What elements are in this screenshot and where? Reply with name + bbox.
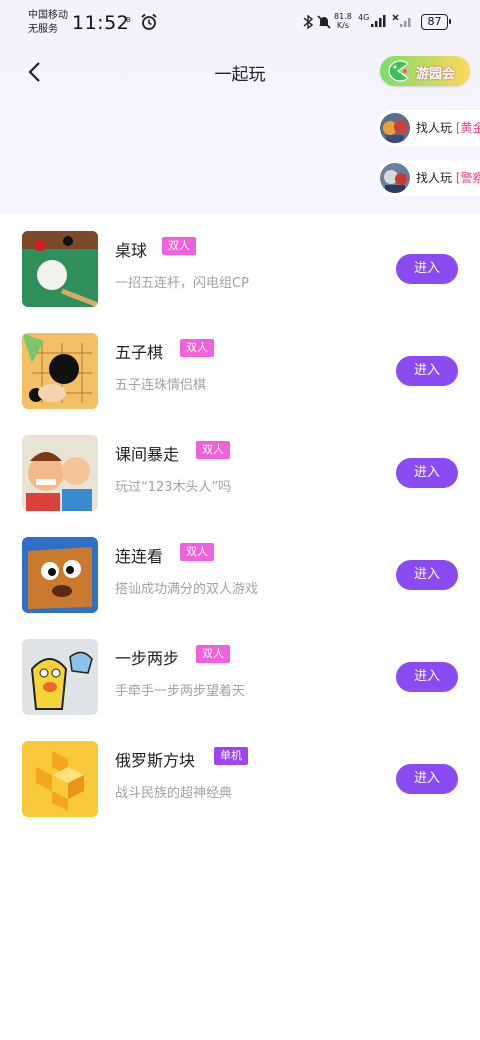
mode-tag: 双人 [162, 237, 196, 255]
avatar [380, 163, 410, 193]
game-thumbnail [22, 435, 98, 511]
game-thumbnail [22, 231, 98, 307]
game-description: 一招五连杆，闪电组CP [115, 276, 249, 291]
game-description: 玩过“123木头人”吗 [115, 480, 232, 495]
no-signal-icon [392, 14, 411, 27]
game-thumbnail [22, 741, 98, 817]
match-request-text: 找人玩 [警察 [416, 169, 480, 186]
match-prefix: 找人玩 [416, 171, 456, 185]
mode-tag: 双人 [180, 543, 214, 561]
alarm-clock-icon [141, 13, 157, 30]
game-title: 桌球 [115, 241, 148, 260]
bluetooth-icon [303, 14, 314, 30]
game-title: 连连看 [115, 547, 164, 566]
status-bar: 中国移动 无服务 11:52 B 81.8 K/s 4G 87 [0, 0, 480, 46]
network-speed: 81.8 K/s [334, 12, 352, 30]
match-request-item[interactable]: 找人玩 [黄金 [376, 110, 480, 146]
match-game-name: [黄金 [455, 121, 480, 135]
pacman-logo-icon [388, 60, 409, 82]
game-item-billiards[interactable]: 桌球 双人 一招五连杆，闪电组CP 进入 [0, 231, 480, 331]
enter-button[interactable]: 进入 [396, 458, 458, 488]
game-title: 俄罗斯方块 [115, 751, 196, 770]
game-description: 搭讪成功满分的双人游戏 [115, 582, 259, 597]
game-thumbnail [22, 333, 98, 409]
game-item-gomoku[interactable]: 五子棋 双人 五子连珠情侣棋 进入 [0, 333, 480, 433]
game-item-step-by-step[interactable]: 一步两步 双人 手牵手一步两步望着天 进入 [0, 639, 480, 739]
match-request-item[interactable]: 找人玩 [警察 [376, 160, 480, 196]
notification-muted-icon [317, 15, 331, 29]
enter-button[interactable]: 进入 [396, 560, 458, 590]
network-speed-value: 81.8 [334, 12, 352, 21]
battery-indicator: 87 [421, 14, 451, 30]
avatar [380, 113, 410, 143]
mode-tag: 双人 [196, 645, 230, 663]
match-request-text: 找人玩 [黄金 [416, 119, 480, 136]
game-title: 一步两步 [115, 649, 180, 668]
game-description: 手牵手一步两步望着天 [115, 684, 246, 699]
game-thumbnail [22, 537, 98, 613]
enter-button[interactable]: 进入 [396, 764, 458, 794]
mode-tag: 双人 [180, 339, 214, 357]
match-game-name: [警察 [455, 171, 480, 185]
enter-button[interactable]: 进入 [396, 254, 458, 284]
game-thumbnail [22, 639, 98, 715]
carrier-name: 中国移动 [28, 10, 68, 21]
game-description: 战斗民族的超神经典 [115, 786, 233, 801]
game-title: 五子棋 [115, 343, 164, 362]
mode-tag: 双人 [196, 441, 230, 459]
game-title: 课间暴走 [115, 445, 180, 464]
enter-button[interactable]: 进入 [396, 662, 458, 692]
header-area: 中国移动 无服务 11:52 B 81.8 K/s 4G 87 一起玩 游园会 … [0, 0, 480, 214]
carrier-service: 无服务 [28, 24, 58, 35]
status-time: 11:52 [72, 12, 130, 34]
enter-button[interactable]: 进入 [396, 356, 458, 386]
game-item-tetris[interactable]: 俄罗斯方块 单机 战斗民族的超神经典 进入 [0, 741, 480, 841]
game-item-link-match[interactable]: 连连看 双人 搭讪成功满分的双人游戏 进入 [0, 537, 480, 637]
park-event-button[interactable]: 游园会 [380, 56, 470, 86]
game-description: 五子连珠情侣棋 [115, 378, 207, 393]
game-item-recess-run[interactable]: 课间暴走 双人 玩过“123木头人”吗 进入 [0, 435, 480, 535]
mode-tag: 单机 [214, 747, 248, 765]
carrier-info: 中国移动 无服务 [28, 9, 68, 37]
network-type: 4G [358, 13, 370, 22]
park-event-label: 游园会 [416, 67, 456, 82]
match-prefix: 找人玩 [416, 121, 456, 135]
signal-strength-icon [371, 15, 386, 27]
network-speed-unit: K/s [336, 21, 349, 30]
hd-indicator: B [126, 16, 131, 24]
